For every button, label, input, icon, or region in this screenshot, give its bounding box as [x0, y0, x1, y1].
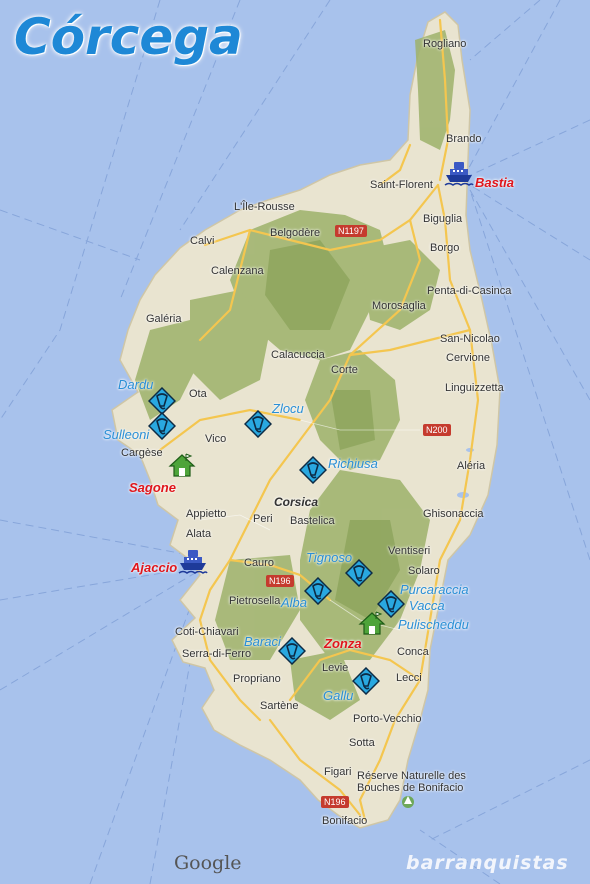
town-label: Aléria [457, 460, 486, 472]
canyon-label: Tignoso [306, 550, 353, 565]
town-label: Conca [397, 646, 429, 658]
canyon-marker-icon[interactable] [299, 456, 327, 484]
road-shield: N1197 [335, 225, 367, 237]
town-label: Galéria [146, 313, 182, 325]
road-shield: N196 [266, 575, 294, 587]
town-label: Cervione [446, 352, 491, 364]
town-label: Cargèse [121, 447, 163, 459]
google-logo: Google [174, 852, 242, 874]
canyon-label: Dardu [118, 377, 154, 392]
town-label: Corte [331, 364, 358, 376]
canyon-label: Zlocu [272, 401, 304, 416]
town-label: Ota [189, 388, 207, 400]
canyon-label: Alba [281, 595, 308, 610]
ferry-port-icon[interactable] [178, 548, 208, 576]
town-label: Alata [186, 528, 212, 540]
town-label: Pietrosella [229, 595, 281, 607]
canyon-label: Pulischeddu [398, 617, 469, 632]
town-label: Penta-di-Casinca [427, 285, 512, 297]
home-base-icon[interactable] [168, 452, 196, 478]
town-label: Linguizzetta [445, 382, 504, 394]
town-label: Brando [446, 133, 482, 145]
road-shield: N200 [423, 424, 451, 436]
corsica-map[interactable]: Córcega Rogliano Brando Saint-Florent L'… [0, 0, 590, 884]
town-label: Lecci [396, 672, 422, 684]
canyon-marker-icon[interactable] [148, 412, 176, 440]
canyon-label: Sulleoni [103, 427, 150, 442]
canyon-label: Baraci [244, 634, 281, 649]
town-label: Saint-Florent [370, 179, 433, 191]
port-label: Ajaccio [131, 560, 178, 575]
canyon-label: Richiusa [328, 456, 378, 471]
town-label: Propriano [233, 673, 281, 685]
town-label: Calacuccia [271, 349, 325, 361]
town-label: Solaro [408, 565, 440, 577]
town-label: Rogliano [423, 38, 467, 50]
canyon-marker-icon[interactable] [304, 577, 332, 605]
town-label: Bastelica [290, 515, 335, 527]
town-label: Peri [253, 513, 273, 525]
canyon-label: Purcaraccia [400, 582, 469, 597]
town-label: Bonifacio [322, 815, 368, 827]
town-label: Ventiseri [388, 545, 431, 557]
home-base-icon[interactable] [358, 610, 386, 636]
town-label: Coti-Chiavari [175, 626, 239, 638]
ferry-port-icon[interactable] [444, 160, 474, 188]
town-label: Biguglia [423, 213, 463, 225]
town-label: Figari [324, 766, 352, 778]
canyon-label: Gallu [323, 688, 354, 703]
town-label: Cauro [244, 557, 274, 569]
reserve-label: Bouches de Bonifacio [357, 782, 464, 794]
town-label: Appietto [186, 508, 227, 520]
town-label: Levie [322, 662, 349, 674]
map-title: Córcega [14, 8, 243, 66]
road-shield: N196 [321, 796, 349, 808]
town-label: Calvi [190, 235, 215, 247]
region-label: Corsica [274, 495, 319, 509]
canyon-label: Vacca [409, 598, 445, 613]
reserve-label: Réserve Naturelle des [357, 770, 466, 782]
town-label: Belgodère [270, 227, 321, 239]
town-label: San-Nicolao [440, 333, 500, 345]
town-label: Ghisonaccia [423, 508, 484, 520]
town-label: Vico [205, 433, 227, 445]
town-label: Serra-di-Ferro [182, 648, 252, 660]
town-label: Sotta [349, 737, 375, 749]
town-label: Sartène [260, 700, 299, 712]
map-base [0, 0, 590, 884]
canyon-marker-icon[interactable] [244, 410, 272, 438]
town-label: Calenzana [211, 265, 264, 277]
canyon-marker-icon[interactable] [352, 667, 380, 695]
town-label: Porto-Vecchio [353, 713, 422, 725]
town-label: L'Île-Rousse [234, 201, 295, 213]
base-label: Zonza [324, 636, 362, 651]
base-label: Sagone [129, 480, 176, 495]
town-label: Morosaglia [372, 300, 426, 312]
brand-watermark: barranquistas [406, 852, 569, 874]
canyon-marker-icon[interactable] [278, 637, 306, 665]
port-label: Bastia [475, 175, 515, 190]
town-label: Borgo [430, 242, 460, 254]
